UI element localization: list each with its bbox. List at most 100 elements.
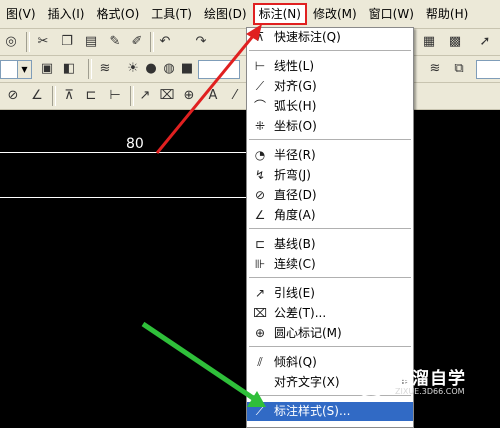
menu-view[interactable]: 图(V) [0, 3, 42, 25]
menu-item-radius[interactable]: ◔ 半径(R) [247, 146, 413, 165]
menu-item-leader[interactable]: ↗ 引线(E) [247, 284, 413, 303]
dimension-line [0, 152, 246, 153]
menu-item-label: 快速标注(Q) [274, 30, 341, 44]
leader-icon: ↗ [254, 286, 266, 300]
baseline-icon[interactable]: ⊏ [82, 87, 100, 105]
menu-item-label: 倾斜(Q) [274, 355, 317, 369]
menu-item-arc-length[interactable]: ⌒ 弧长(H) [247, 97, 413, 116]
menu-item-quick-dimension[interactable]: ⊼ 快速标注(Q) [247, 28, 413, 47]
copy-icon[interactable]: ❐ [58, 33, 76, 51]
brush-icon[interactable]: ✎ [106, 33, 124, 51]
menu-item-label: 折弯(J) [274, 168, 311, 182]
layer-name-combo[interactable] [198, 60, 240, 79]
chevron-down-icon: ▼ [17, 61, 31, 78]
color-combo[interactable] [476, 60, 500, 79]
toolbar-separator [26, 32, 30, 52]
menu-window[interactable]: 窗口(W) [363, 3, 420, 25]
globe-icon[interactable]: ◎ [2, 33, 20, 51]
quick-dimension-icon[interactable]: ⊼ [60, 87, 78, 105]
menu-item-label: 引线(E) [274, 286, 315, 300]
tolerance-icon[interactable]: ⌧ [158, 87, 176, 105]
diameter-icon: ⊘ [254, 188, 266, 202]
layer-combo[interactable]: ▼ [0, 60, 32, 79]
arc-length-icon: ⌒ [253, 99, 266, 113]
tolerance-icon: ⌧ [253, 306, 267, 320]
menu-separator [249, 228, 411, 229]
center-mark-icon[interactable]: ⊕ [180, 87, 198, 105]
help-arrow-icon[interactable]: ➚ [476, 33, 494, 51]
menu-item-label: 对齐文字(X) [274, 375, 340, 389]
menu-item-jogged[interactable]: ↯ 折弯(J) [247, 166, 413, 185]
menu-item-linear[interactable]: ⊢ 线性(L) [247, 57, 413, 76]
paste-icon[interactable]: ▤ [82, 33, 100, 51]
leader-icon[interactable]: ↗ [136, 87, 154, 105]
bulb-icon[interactable]: ☀ [124, 60, 142, 78]
menu-draw[interactable]: 绘图(D) [198, 3, 253, 25]
watermark: 溜溜自学 ZIXUE.3D66.COM [354, 362, 500, 404]
menu-help[interactable]: 帮助(H) [420, 3, 474, 25]
menu-item-ordinate[interactable]: ⁜ 坐标(O) [247, 117, 413, 136]
menu-item-baseline[interactable]: ⊏ 基线(B) [247, 235, 413, 254]
angular-icon[interactable]: ∠ [28, 87, 46, 105]
play-logo-icon [354, 364, 388, 398]
menu-item-label: 直径(D) [274, 188, 317, 202]
color-icon[interactable]: ■ [178, 60, 196, 78]
radius-icon[interactable]: ⊘ [4, 87, 22, 105]
menu-item-angular[interactable]: ∠ 角度(A) [247, 206, 413, 225]
menu-item-aligned[interactable]: ⟋ 对齐(G) [247, 77, 413, 96]
toolbar-separator [130, 86, 134, 106]
layer-isolate-icon[interactable]: ⧉ [450, 60, 468, 78]
oblique-icon: ⫽ [257, 355, 263, 369]
layers-icon[interactable]: ≋ [96, 60, 114, 78]
menu-item-label: 基线(B) [274, 237, 316, 251]
layer-state-icon[interactable]: ◧ [60, 60, 78, 78]
linear-dimension-icon: ⊢ [254, 59, 266, 73]
watermark-name: 溜溜自学 [394, 369, 466, 389]
menu-format[interactable]: 格式(O) [90, 3, 145, 25]
layer-manager-icon[interactable]: ▣ [38, 60, 56, 78]
layer-previous-icon[interactable]: ≋ [426, 60, 444, 78]
menu-modify[interactable]: 修改(M) [307, 3, 363, 25]
continue-icon[interactable]: ⊢ [106, 87, 124, 105]
menu-dimension[interactable]: 标注(N) [252, 3, 307, 25]
freeze-icon[interactable]: ● [142, 60, 160, 78]
menu-item-label: 连续(C) [274, 257, 316, 271]
menu-separator [249, 346, 411, 347]
angular-icon: ∠ [254, 208, 266, 222]
menu-item-center-mark[interactable]: ⊕ 圆心标记(M) [247, 324, 413, 343]
menu-bar: 图(V) 插入(I) 格式(O) 工具(T) 绘图(D) 标注(N) 修改(M)… [0, 0, 500, 29]
radius-icon: ◔ [254, 148, 266, 162]
ordinate-icon: ⁜ [254, 119, 266, 133]
calculator-icon[interactable]: ▩ [446, 33, 464, 51]
quick-dimension-icon: ⊼ [255, 30, 265, 44]
menu-separator [249, 277, 411, 278]
center-mark-icon: ⊕ [254, 326, 266, 340]
match-properties-icon[interactable]: ✐ [128, 33, 146, 51]
menu-item-label: 半径(R) [274, 148, 316, 162]
menu-insert[interactable]: 插入(I) [42, 3, 91, 25]
calendar-icon[interactable]: ▦ [420, 33, 438, 51]
aligned-dimension-icon: ⟋ [255, 79, 265, 93]
undo-icon[interactable]: ↶ [156, 33, 174, 51]
menu-item-label: 对齐(G) [274, 79, 317, 93]
menu-item-label: 标注样式(S)... [274, 404, 351, 418]
cut-icon[interactable]: ✂ [34, 33, 52, 51]
watermark-url: ZIXUE.3D66.COM [395, 387, 465, 396]
menu-item-label: 坐标(O) [274, 119, 317, 133]
menu-item-continue[interactable]: ⊪ 连续(C) [247, 255, 413, 274]
menu-tools[interactable]: 工具(T) [145, 3, 198, 25]
toolbar-separator [88, 59, 92, 79]
lock-icon[interactable]: ◍ [160, 60, 178, 78]
menu-item-dimension-style[interactable]: ⟋ 标注样式(S)... [247, 402, 413, 421]
menu-item-label: 线性(L) [274, 59, 315, 73]
text-icon[interactable]: A [204, 87, 222, 105]
continue-icon: ⊪ [254, 257, 266, 271]
jogged-icon: ↯ [254, 168, 266, 182]
menu-item-tolerance[interactable]: ⌧ 公差(T)... [247, 304, 413, 323]
toolbar-separator [52, 86, 56, 106]
oblique-icon[interactable]: ⁄ [226, 87, 244, 105]
redo-icon[interactable]: ↷ [192, 33, 210, 51]
menu-item-label: 公差(T)... [274, 306, 327, 320]
menu-item-diameter[interactable]: ⊘ 直径(D) [247, 186, 413, 205]
toolbar-separator [150, 32, 154, 52]
